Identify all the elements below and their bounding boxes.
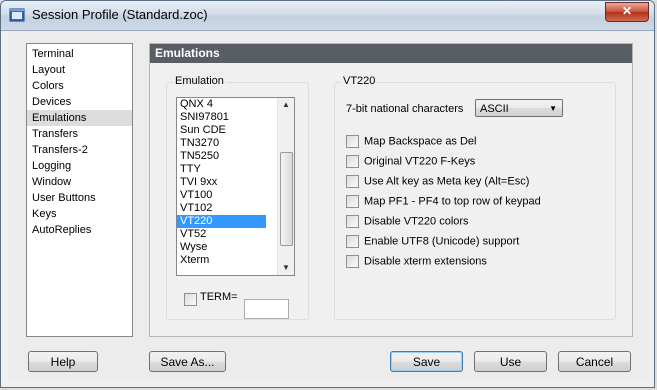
emulation-item[interactable]: Xterm — [177, 254, 266, 267]
panel-title: Emulations — [150, 44, 632, 63]
nav-item-devices[interactable]: Devices — [27, 94, 132, 110]
emulation-item[interactable]: Wyse — [177, 241, 266, 254]
nav-item-window[interactable]: Window — [27, 174, 132, 190]
option-alt-meta[interactable]: Use Alt key as Meta key (Alt=Esc) — [346, 175, 529, 188]
option-original-fkeys[interactable]: Original VT220 F-Keys — [346, 155, 475, 168]
option-checkbox[interactable] — [346, 235, 359, 248]
option-enable-utf8[interactable]: Enable UTF8 (Unicode) support — [346, 235, 519, 248]
emulation-item[interactable]: TN5250 — [177, 150, 266, 163]
emulation-item[interactable]: VT100 — [177, 189, 266, 202]
chevron-down-icon: ▼ — [549, 104, 557, 113]
option-label: Enable UTF8 (Unicode) support — [364, 235, 520, 248]
option-checkbox[interactable] — [346, 215, 359, 228]
emulation-item[interactable]: TVI 9xx — [177, 176, 266, 189]
term-label: TERM= — [200, 291, 238, 303]
term-input[interactable] — [244, 299, 289, 319]
emulation-item-selected[interactable]: VT220 — [177, 215, 266, 228]
nav-item-colors[interactable]: Colors — [27, 78, 132, 94]
option-label: Original VT220 F-Keys — [364, 155, 476, 168]
emulation-group-label: Emulation — [173, 75, 226, 87]
emulation-item[interactable]: Sun CDE — [177, 124, 266, 137]
help-button[interactable]: Help — [28, 351, 98, 372]
title-bar: Session Profile (Standard.zoc) ✕ — [1, 1, 654, 31]
nav-item-keys[interactable]: Keys — [27, 206, 132, 222]
option-map-pf-keys[interactable]: Map PF1 - PF4 to top row of keypad — [346, 195, 541, 208]
emulation-item[interactable]: SNI97801 — [177, 111, 266, 124]
option-label: Use Alt key as Meta key (Alt=Esc) — [364, 175, 530, 188]
option-label: Disable VT220 colors — [364, 215, 469, 228]
option-checkbox[interactable] — [346, 255, 359, 268]
emulation-item[interactable]: TN3270 — [177, 137, 266, 150]
close-button[interactable]: ✕ — [605, 2, 649, 22]
term-checkbox[interactable] — [184, 293, 197, 307]
emulations-panel: Emulations Emulation QNX 4 SNI97801 Sun … — [149, 43, 633, 337]
emulation-item[interactable]: QNX 4 — [177, 98, 266, 111]
option-checkbox[interactable] — [346, 175, 359, 188]
use-button[interactable]: Use — [474, 351, 547, 372]
nav-item-autoreplies[interactable]: AutoReplies — [27, 222, 132, 238]
nav-item-terminal[interactable]: Terminal — [27, 46, 132, 62]
nav-item-emulations[interactable]: Emulations — [27, 110, 132, 126]
national-chars-value: ASCII — [480, 103, 509, 115]
option-disable-xterm[interactable]: Disable xterm extensions — [346, 255, 487, 268]
category-list[interactable]: Terminal Layout Colors Devices Emulation… — [26, 43, 133, 337]
national-chars-label: 7-bit national characters — [346, 103, 464, 115]
emulation-item[interactable]: VT52 — [177, 228, 266, 241]
nav-item-transfers[interactable]: Transfers — [27, 126, 132, 142]
session-profile-window: Session Profile (Standard.zoc) ✕ Termina… — [0, 0, 655, 388]
nav-item-user-buttons[interactable]: User Buttons — [27, 190, 132, 206]
option-label: Map Backspace as Del — [364, 135, 477, 148]
emulation-listbox[interactable]: QNX 4 SNI97801 Sun CDE TN3270 TN5250 TTY… — [176, 97, 295, 276]
option-map-backspace[interactable]: Map Backspace as Del — [346, 135, 477, 148]
option-checkbox[interactable] — [346, 135, 359, 148]
nav-item-layout[interactable]: Layout — [27, 62, 132, 78]
term-row: TERM= — [184, 291, 238, 307]
emulation-item[interactable]: TTY — [177, 163, 266, 176]
option-label: Map PF1 - PF4 to top row of keypad — [364, 195, 541, 208]
option-checkbox[interactable] — [346, 155, 359, 168]
close-icon: ✕ — [621, 4, 633, 18]
nav-item-transfers-2[interactable]: Transfers-2 — [27, 142, 132, 158]
scroll-up-icon[interactable]: ▲ — [278, 98, 294, 112]
emulation-item[interactable]: VT102 — [177, 202, 266, 215]
option-label: Disable xterm extensions — [364, 255, 487, 268]
national-chars-select[interactable]: ASCII ▼ — [475, 99, 563, 117]
save-as-button[interactable]: Save As... — [149, 351, 226, 372]
option-checkbox[interactable] — [346, 195, 359, 208]
window-title: Session Profile (Standard.zoc) — [32, 7, 208, 22]
scroll-down-icon[interactable]: ▼ — [278, 261, 294, 275]
emulation-scrollbar[interactable]: ▲ ▼ — [277, 98, 294, 275]
vt220-group-label: VT220 — [341, 75, 378, 87]
app-icon — [9, 8, 25, 22]
dialog-body: Terminal Layout Colors Devices Emulation… — [8, 31, 649, 381]
save-button[interactable]: Save — [390, 351, 463, 372]
nav-item-logging[interactable]: Logging — [27, 158, 132, 174]
cancel-button[interactable]: Cancel — [558, 351, 631, 372]
scrollbar-thumb[interactable] — [280, 152, 293, 246]
option-disable-colors[interactable]: Disable VT220 colors — [346, 215, 469, 228]
